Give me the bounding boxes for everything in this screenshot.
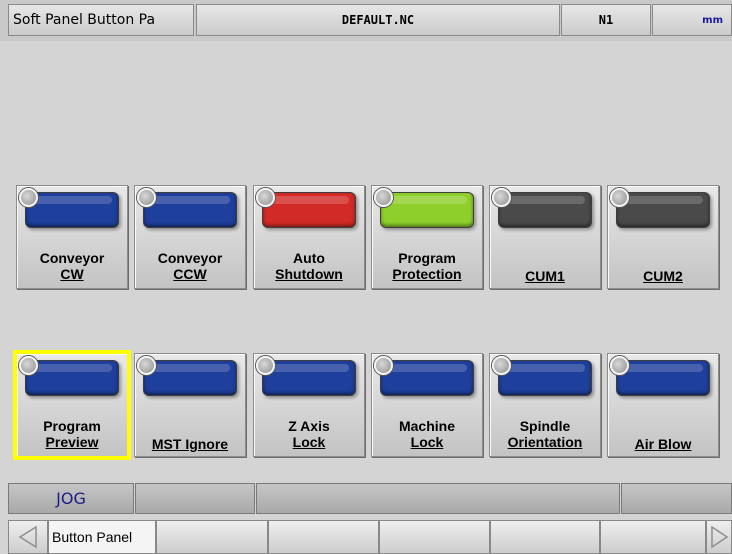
auto-shutdown-button[interactable]: Auto Shutdown [253,185,365,289]
softkey-next[interactable] [706,520,732,554]
softkey-6[interactable] [600,520,706,554]
softkey-3[interactable] [268,520,379,554]
indicator-dot-icon [137,356,156,375]
z-axis-lock-button[interactable]: Z Axis Lock [253,353,365,457]
unit-indicator: mm [652,4,732,36]
indicator-dot-icon [137,188,156,207]
lamp-indicator [498,360,592,396]
indicator-dot-icon [492,356,511,375]
indicator-dot-icon [256,356,275,375]
status-bar: JOG [0,483,732,516]
machine-lock-button[interactable]: Machine Lock [371,353,483,457]
softkey-bar: Button Panel [0,520,732,554]
softkey-5[interactable] [490,520,600,554]
button-label: Air Blow [634,436,692,452]
left-triangle-icon [18,525,37,549]
lamp-indicator [25,192,119,228]
program-preview-button[interactable]: Program Preview [13,350,131,460]
indicator-dot-icon [256,188,275,207]
status-field-2 [135,483,255,514]
button-label: Program Protection [392,250,462,282]
lamp-indicator [616,192,710,228]
softkey-prev[interactable] [8,520,48,554]
button-label: MST Ignore [151,436,229,452]
button-label: Spindle Orientation [507,418,583,450]
indicator-dot-icon [374,188,393,207]
lamp-indicator [380,192,474,228]
indicator-dot-icon [610,356,629,375]
lamp-indicator [25,360,119,396]
header-bar: Soft Panel Button Pa DEFAULT.NC N1 mm [0,0,732,41]
lamp-indicator [380,360,474,396]
button-label: Z Axis Lock [288,418,330,450]
sequence-number: N1 [561,4,651,36]
spindle-orientation-button[interactable]: Spindle Orientation [489,353,601,457]
indicator-dot-icon [19,188,38,207]
lamp-indicator [262,192,356,228]
softkey-2[interactable] [156,520,268,554]
button-label: CUM1 [525,268,565,284]
indicator-dot-icon [610,188,629,207]
conveyor-cw-button[interactable]: Conveyor CW [16,185,128,289]
panel-title: Soft Panel Button Pa [8,4,194,36]
lamp-indicator [498,192,592,228]
indicator-dot-icon [374,356,393,375]
indicator-dot-icon [492,188,511,207]
program-filename: DEFAULT.NC [196,4,560,36]
air-blow-button[interactable]: Air Blow [607,353,719,457]
status-message-field [256,483,620,514]
operation-mode: JOG [8,483,134,514]
button-label: CUM2 [643,268,683,284]
program-protection-button[interactable]: Program Protection [371,185,483,289]
button-label: Auto Shutdown [275,250,343,282]
button-label: Machine Lock [398,418,455,450]
lamp-indicator [143,192,237,228]
status-field-4 [621,483,732,514]
softkey-button-panel[interactable]: Button Panel [48,520,156,554]
cum1-button[interactable]: CUM1 [489,185,601,289]
mst-ignore-button[interactable]: MST Ignore [134,353,246,457]
conveyor-ccw-button[interactable]: Conveyor CCW [134,185,246,289]
cum2-button[interactable]: CUM2 [607,185,719,289]
lamp-indicator [143,360,237,396]
button-label: Conveyor CCW [157,250,223,282]
button-label: Conveyor CW [39,250,105,282]
indicator-dot-icon [19,356,38,375]
right-triangle-icon [711,525,729,549]
softkey-4[interactable] [379,520,490,554]
button-label: Program Preview [43,418,101,450]
lamp-indicator [262,360,356,396]
lamp-indicator [616,360,710,396]
